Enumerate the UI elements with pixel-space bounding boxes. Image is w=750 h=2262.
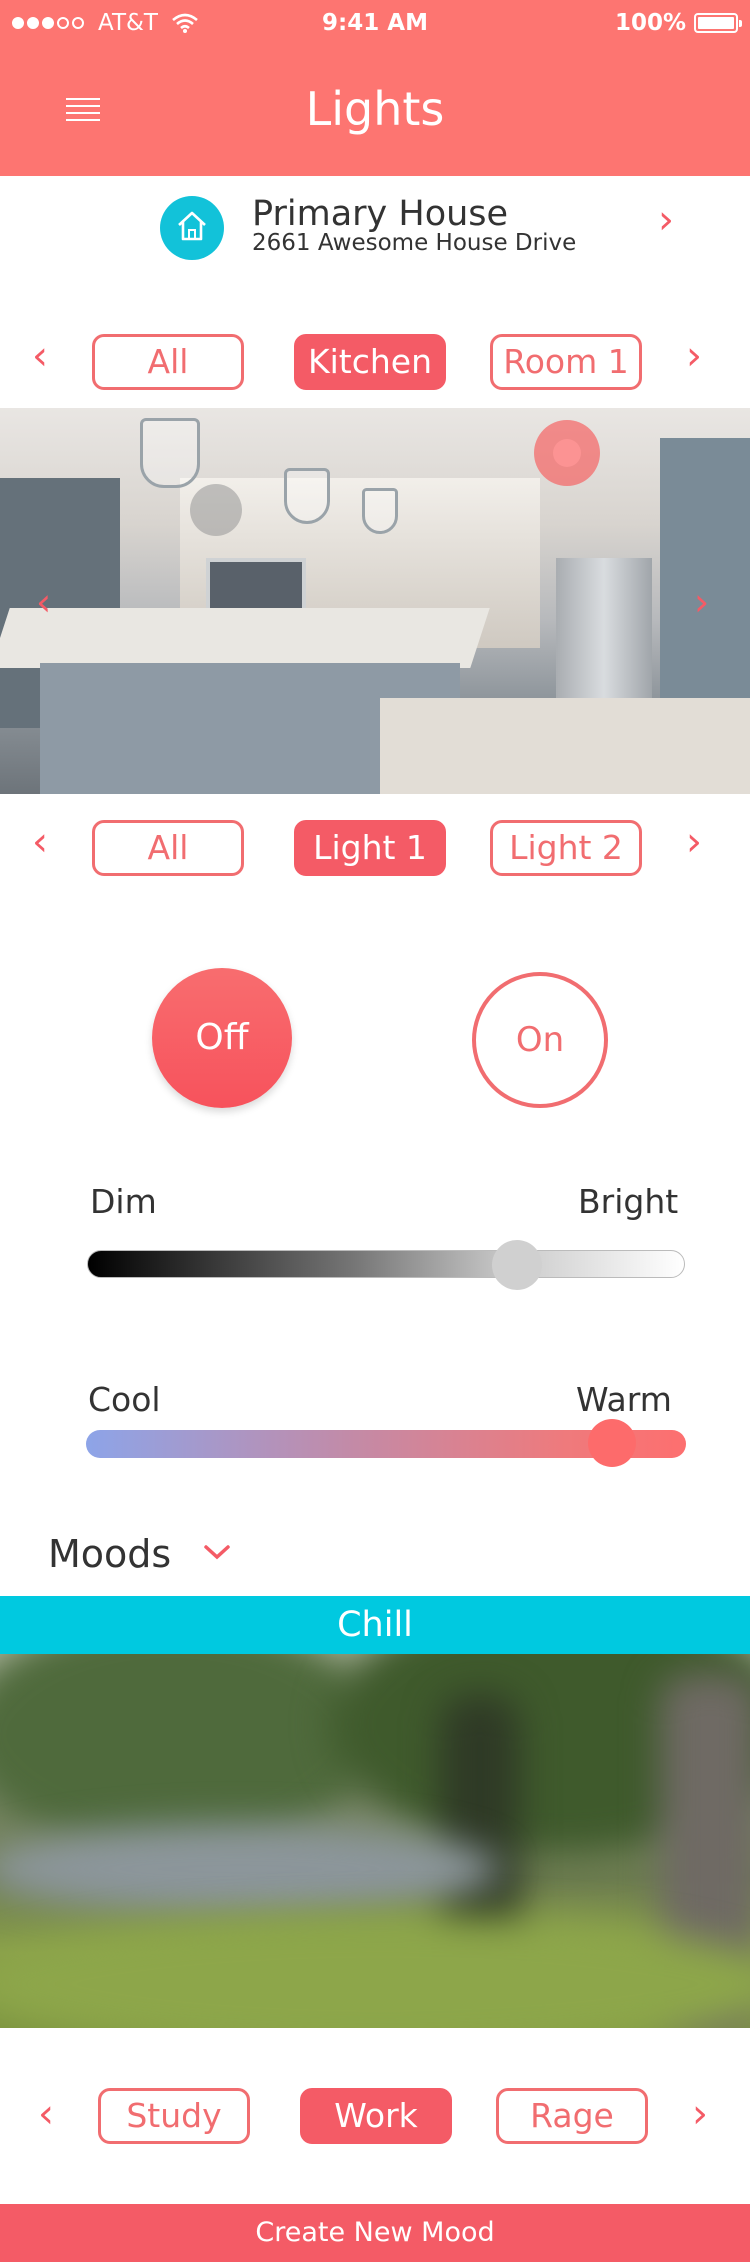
light-marker-light-1[interactable] bbox=[534, 420, 600, 486]
off-button[interactable]: Off bbox=[152, 968, 292, 1108]
photo-grass bbox=[0, 1914, 750, 2028]
rooms-next-chevron-icon[interactable]: › bbox=[686, 336, 702, 376]
page-title: Lights bbox=[305, 82, 445, 136]
cool-label: Cool bbox=[88, 1380, 161, 1419]
pendant-lamp bbox=[284, 468, 330, 524]
photo-floor bbox=[380, 698, 750, 794]
room-photo: ‹ › bbox=[0, 408, 750, 794]
photo-hammock bbox=[0, 1824, 500, 1914]
current-mood-banner: Chill bbox=[0, 1596, 750, 1654]
room-tab-room-1[interactable]: Room 1 bbox=[490, 334, 642, 390]
mood-photo bbox=[0, 1654, 750, 2028]
light-tab-all[interactable]: All bbox=[92, 820, 244, 876]
room-tab-kitchen[interactable]: Kitchen bbox=[294, 334, 446, 390]
moods-heading[interactable]: Moods bbox=[48, 1532, 171, 1576]
house-name[interactable]: Primary House bbox=[252, 194, 508, 234]
battery-status: 100% bbox=[614, 10, 742, 36]
photo-next-chevron-icon[interactable]: › bbox=[694, 580, 709, 624]
app-header: AT&T 9:41 AM 100% Lights bbox=[0, 0, 750, 176]
lights-next-chevron-icon[interactable]: › bbox=[686, 822, 702, 862]
battery-icon bbox=[694, 13, 742, 33]
house-address: 2661 Awesome House Drive bbox=[252, 230, 577, 256]
pendant-lamp bbox=[362, 488, 398, 534]
warm-label: Warm bbox=[576, 1380, 672, 1419]
pendant-lamp bbox=[140, 418, 200, 488]
create-new-mood-button[interactable]: Create New Mood bbox=[0, 2204, 750, 2262]
photo-counter bbox=[0, 608, 490, 668]
lights-prev-chevron-icon[interactable]: ‹ bbox=[32, 822, 48, 862]
lights-screen: AT&T 9:41 AM 100% Lights Primary House 2… bbox=[0, 0, 750, 2262]
rooms-prev-chevron-icon[interactable]: ‹ bbox=[32, 336, 48, 376]
room-tab-all[interactable]: All bbox=[92, 334, 244, 390]
temperature-slider-thumb[interactable] bbox=[588, 1419, 636, 1467]
house-next-chevron-icon[interactable]: › bbox=[658, 200, 674, 240]
dim-label: Dim bbox=[90, 1182, 157, 1221]
light-marker-light-2[interactable] bbox=[190, 484, 242, 536]
light-tab-light-2[interactable]: Light 2 bbox=[490, 820, 642, 876]
moods-prev-chevron-icon[interactable]: ‹ bbox=[38, 2094, 54, 2134]
mood-tab-study[interactable]: Study bbox=[98, 2088, 250, 2144]
bright-label: Bright bbox=[578, 1182, 679, 1221]
on-button[interactable]: On bbox=[472, 972, 608, 1108]
home-icon bbox=[160, 196, 224, 260]
chevron-down-icon[interactable] bbox=[202, 1542, 232, 1562]
mood-tab-work[interactable]: Work bbox=[300, 2088, 452, 2144]
moods-next-chevron-icon[interactable]: › bbox=[692, 2094, 708, 2134]
brightness-slider-track[interactable] bbox=[87, 1250, 685, 1278]
mood-tab-rage[interactable]: Rage bbox=[496, 2088, 648, 2144]
photo-prev-chevron-icon[interactable]: ‹ bbox=[36, 580, 51, 624]
photo-fridge bbox=[556, 558, 652, 698]
battery-percent: 100% bbox=[614, 10, 686, 36]
brightness-slider-thumb[interactable] bbox=[492, 1240, 542, 1290]
light-tab-light-1[interactable]: Light 1 bbox=[294, 820, 446, 876]
status-bar: AT&T 9:41 AM 100% bbox=[0, 0, 750, 50]
